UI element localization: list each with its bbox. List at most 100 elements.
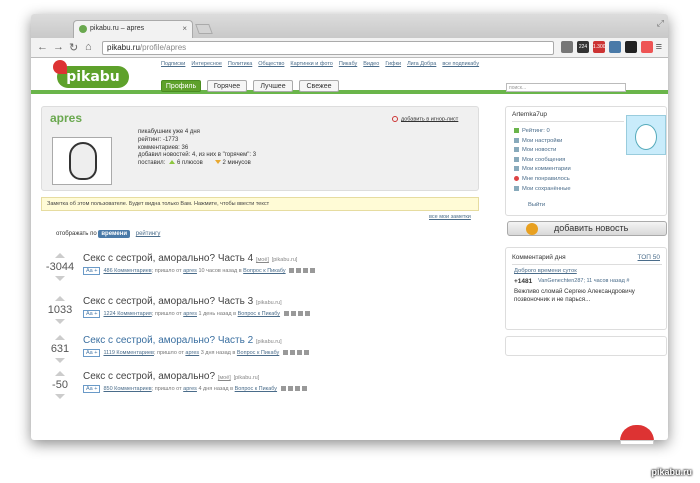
user-menu-news[interactable]: Мои новости: [514, 146, 571, 156]
nav-item[interactable]: все подпикабу: [442, 61, 479, 67]
vote-down-icon[interactable]: [55, 319, 65, 324]
user-avatar[interactable]: [626, 115, 666, 155]
category-link[interactable]: Вопрос к Пикабу: [237, 350, 279, 356]
vote-down-icon[interactable]: [55, 358, 65, 363]
sort-by-time[interactable]: времени: [98, 230, 131, 238]
font-size-button[interactable]: Aa +: [83, 385, 101, 393]
tab-hot[interactable]: Горячее: [207, 80, 247, 92]
twitter-icon[interactable]: [301, 386, 307, 392]
ignore-link[interactable]: добавить в игнор-лист: [392, 116, 458, 122]
all-notes-link[interactable]: все мои заметки: [429, 214, 471, 220]
facebook-icon[interactable]: [289, 350, 295, 356]
author-link[interactable]: apres: [183, 311, 197, 317]
user-note-field[interactable]: Заметка об этом пользователе. Будет видн…: [41, 197, 479, 211]
user-menu-label: Мои настройки: [522, 137, 563, 144]
user-menu-settings[interactable]: Мои настройки: [514, 137, 571, 147]
post-tag[interactable]: [моё]: [218, 375, 231, 381]
vk-icon[interactable]: [296, 350, 302, 356]
vote-down-icon[interactable]: [55, 276, 65, 281]
category-link[interactable]: Вопрос к Пикабу: [235, 386, 277, 392]
logout-link[interactable]: Выйти: [528, 202, 545, 208]
info-icon[interactable]: [561, 41, 573, 53]
user-menu-liked[interactable]: Мне понравилось: [514, 175, 571, 185]
fullscreen-icon[interactable]: ⤢: [657, 18, 664, 29]
category-link[interactable]: Вопрос к Пикабу: [243, 268, 285, 274]
top-50-link[interactable]: ТОП 50: [638, 254, 660, 261]
tab-profile[interactable]: Профиль: [161, 80, 201, 92]
twitter-icon[interactable]: [304, 311, 310, 317]
user-name[interactable]: Artemka7up: [512, 111, 547, 118]
comment-user-link[interactable]: VanGenechten287; 11 часов назад: [538, 278, 625, 284]
nav-item[interactable]: Политика: [228, 61, 252, 67]
user-menu-messages[interactable]: Мои сообщения: [514, 156, 571, 166]
post-meta: Aa +1119 Комментариев; пришло от apres 3…: [83, 349, 309, 357]
nav-item[interactable]: Картинки и фото: [290, 61, 332, 67]
add-news-button[interactable]: добавить новость: [507, 221, 667, 236]
nav-item[interactable]: Интересное: [191, 61, 222, 67]
post-title-link[interactable]: Секс с сестрой, аморально?: [83, 371, 215, 382]
sort-by-rating[interactable]: рейтингу: [136, 231, 161, 237]
opera-icon[interactable]: [641, 41, 653, 53]
comments-link[interactable]: 1224 Комментария: [103, 311, 151, 317]
nav-item[interactable]: Подписки: [161, 61, 185, 67]
mail-badge-icon[interactable]: 224: [577, 41, 589, 53]
menu-icon[interactable]: ≡: [656, 41, 662, 53]
twitter-icon[interactable]: [303, 350, 309, 356]
home-icon[interactable]: ⌂: [85, 41, 92, 53]
post-title-link[interactable]: Секс с сестрой, аморально? Часть 3: [83, 296, 253, 307]
browser-tab[interactable]: pikabu.ru – apres ×: [73, 20, 193, 38]
divider: [512, 121, 624, 122]
post-title-link[interactable]: Секс с сестрой, аморально? Часть 4: [83, 253, 253, 264]
reload-icon[interactable]: ↻: [69, 41, 78, 54]
user-menu-rating[interactable]: Рейтинг: 0: [514, 127, 571, 137]
facebook-icon[interactable]: [290, 311, 296, 317]
site-search-input[interactable]: поиск...: [506, 83, 626, 92]
post-title-link[interactable]: Секс с сестрой, аморально? Часть 2: [83, 335, 253, 346]
vk-icon[interactable]: [294, 386, 300, 392]
save-icon[interactable]: [282, 350, 288, 356]
nav-item[interactable]: Лига Добра: [407, 61, 436, 67]
facebook-icon[interactable]: [287, 386, 293, 392]
nav-item[interactable]: Гифки: [385, 61, 401, 67]
close-tab-icon[interactable]: ×: [182, 24, 187, 33]
twitter-icon[interactable]: [310, 268, 316, 274]
comments-link[interactable]: 486 Комментариев: [103, 268, 151, 274]
nav-item[interactable]: Пикабу: [339, 61, 357, 67]
address-bar[interactable]: pikabu.ru/profile/apres: [102, 41, 554, 55]
comments-link[interactable]: 850 Комментариев: [103, 386, 151, 392]
post-meta: Aa +1224 Комментария; пришло от apres 1 …: [83, 310, 310, 318]
back-icon[interactable]: ←: [37, 41, 48, 53]
facebook-icon[interactable]: [296, 268, 302, 274]
vk-icon[interactable]: [297, 311, 303, 317]
counter-badge-icon[interactable]: 1.300: [593, 41, 606, 53]
new-tab-button[interactable]: [195, 24, 213, 34]
top-navigation: Подписки Интересное Политика Общество Ка…: [161, 61, 479, 67]
comments-link[interactable]: 1119 Комментариев: [103, 350, 154, 356]
comment-text: Вежливо сломай Сергею Александровичу поз…: [514, 288, 635, 303]
comment-post-link[interactable]: Доброго времени суток: [514, 268, 577, 274]
tab-best[interactable]: Лучшее: [253, 80, 293, 92]
comment-anchor[interactable]: #: [626, 278, 629, 284]
eye-icon[interactable]: [625, 41, 637, 53]
font-size-button[interactable]: Aa +: [83, 349, 101, 357]
site-logo[interactable]: pikabu: [53, 60, 129, 88]
save-icon[interactable]: [289, 268, 295, 274]
nav-item[interactable]: Видео: [363, 61, 379, 67]
font-size-button[interactable]: Aa +: [83, 310, 101, 318]
post-tag[interactable]: [моё]: [256, 257, 269, 263]
globe-icon[interactable]: [609, 41, 621, 53]
user-menu-comments[interactable]: Мои комментарии: [514, 165, 571, 175]
author-link[interactable]: apres: [185, 350, 199, 356]
forward-icon[interactable]: →: [53, 41, 64, 53]
nav-item[interactable]: Общество: [258, 61, 284, 67]
author-link[interactable]: apres: [183, 386, 197, 392]
save-icon[interactable]: [283, 311, 289, 317]
user-menu-saved[interactable]: Мои сохранённые: [514, 185, 571, 195]
save-icon[interactable]: [280, 386, 286, 392]
vote-down-icon[interactable]: [55, 394, 65, 399]
author-link[interactable]: apres: [183, 268, 197, 274]
tab-fresh[interactable]: Свежее: [299, 80, 339, 92]
vk-icon[interactable]: [303, 268, 309, 274]
font-size-button[interactable]: Aa +: [83, 267, 101, 275]
category-link[interactable]: Вопрос к Пикабу: [238, 311, 280, 317]
